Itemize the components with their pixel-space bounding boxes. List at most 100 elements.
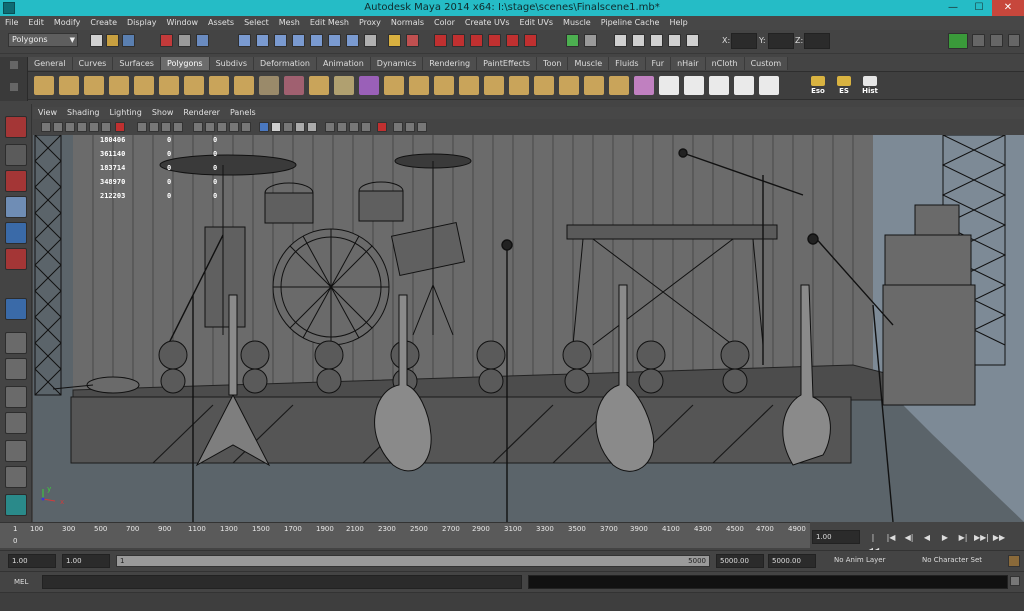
step-back-frame-button[interactable]: ◀| <box>902 531 916 544</box>
textured-icon[interactable] <box>229 122 239 132</box>
tab-custom[interactable]: Custom <box>744 57 789 70</box>
menu-create[interactable]: Create <box>85 16 122 30</box>
step-forward-frame-button[interactable]: ▶| <box>956 531 970 544</box>
character-set-dropdown[interactable]: No Character Set <box>922 556 982 564</box>
backface-icon[interactable] <box>405 122 415 132</box>
render-current-icon[interactable] <box>434 34 447 47</box>
minimize-button[interactable]: — <box>940 0 966 16</box>
select-component-icon[interactable] <box>196 34 209 47</box>
menu-pipeline-cache[interactable]: Pipeline Cache <box>596 16 665 30</box>
animation-end-field[interactable]: 5000.00 <box>768 554 816 568</box>
wireframe-on-shaded-icon[interactable] <box>217 122 227 132</box>
poly-pyramid-icon[interactable] <box>209 76 229 95</box>
four-view-layout-icon[interactable] <box>5 358 27 380</box>
two-sided-icon[interactable] <box>393 122 403 132</box>
poly-pipe-icon[interactable] <box>234 76 254 95</box>
append-polygon-icon[interactable] <box>484 76 504 95</box>
select-tool-icon[interactable] <box>5 116 27 138</box>
poly-plane-icon[interactable] <box>134 76 154 95</box>
anim-layer-dropdown[interactable]: No Anim Layer <box>834 556 885 564</box>
scale-tool-icon[interactable] <box>5 248 27 270</box>
hist-button[interactable]: Hist <box>858 76 882 98</box>
snap-view-plane-icon[interactable] <box>292 34 305 47</box>
menu-help[interactable]: Help <box>664 16 692 30</box>
open-scene-icon[interactable] <box>106 34 119 47</box>
insert-edge-loop-icon[interactable] <box>534 76 554 95</box>
menu-edit-mesh[interactable]: Edit Mesh <box>305 16 354 30</box>
ipr-render-icon[interactable] <box>452 34 465 47</box>
mirror-icon[interactable] <box>409 76 429 95</box>
offset-edge-loop-icon[interactable] <box>559 76 579 95</box>
smooth-shade-icon[interactable] <box>205 122 215 132</box>
safe-action-icon[interactable] <box>161 122 171 132</box>
menu-muscle[interactable]: Muscle <box>558 16 596 30</box>
select-hierarchy-icon[interactable] <box>160 34 173 47</box>
menu-edit-uvs[interactable]: Edit UVs <box>515 16 559 30</box>
safe-title-icon[interactable] <box>173 122 183 132</box>
tab-fluids[interactable]: Fluids <box>609 57 646 70</box>
move-tool-icon[interactable] <box>5 196 27 218</box>
tab-deformation[interactable]: Deformation <box>254 57 317 70</box>
image-plane-icon[interactable] <box>77 122 87 132</box>
auto-key-icon[interactable] <box>1008 555 1020 567</box>
eso-button[interactable]: Eso <box>806 76 830 98</box>
snap-vertex-icon[interactable] <box>346 34 359 47</box>
tab-painteffects[interactable]: PaintEffects <box>477 57 538 70</box>
combine-icon[interactable] <box>284 76 304 95</box>
close-button[interactable]: ✕ <box>992 0 1024 16</box>
poly-helix-icon[interactable] <box>259 76 279 95</box>
tab-rendering[interactable]: Rendering <box>423 57 478 70</box>
panel-menu-show[interactable]: Show <box>147 107 179 119</box>
menu-mesh[interactable]: Mesh <box>274 16 305 30</box>
range-bar[interactable]: 1 5000 <box>116 555 710 567</box>
step-forward-key-button[interactable]: ▶▶| <box>974 531 989 544</box>
camera-select-icon[interactable] <box>41 122 51 132</box>
sculpt-icon[interactable] <box>634 76 654 95</box>
camera-attributes-icon[interactable] <box>53 122 63 132</box>
merge-icon[interactable] <box>609 76 629 95</box>
snap-live-icon[interactable] <box>310 34 323 47</box>
poly-cylinder-icon[interactable] <box>84 76 104 95</box>
input-line-mode-icon[interactable] <box>566 34 579 47</box>
grid-icon[interactable] <box>89 122 99 132</box>
time-slider[interactable]: 0 1 100 300 500 700 900 1100 1300 1500 1… <box>0 522 810 548</box>
bridge-icon[interactable] <box>459 76 479 95</box>
mel-label[interactable]: MEL <box>4 575 38 589</box>
poly-cone-icon[interactable] <box>109 76 129 95</box>
help-icon[interactable] <box>364 34 377 47</box>
render-settings-icon[interactable] <box>470 34 483 47</box>
hypershade-layout-icon[interactable] <box>5 440 27 462</box>
sidebar-toggle-icon[interactable] <box>948 33 968 49</box>
play-backward-button[interactable]: ◀ <box>920 531 934 544</box>
split-polygon-icon[interactable] <box>509 76 529 95</box>
panel-menu-lighting[interactable]: Lighting <box>104 107 146 119</box>
rotate-tool-icon[interactable] <box>5 222 27 244</box>
panel-menu-shading[interactable]: Shading <box>62 107 105 119</box>
tab-surfaces[interactable]: Surfaces <box>113 57 161 70</box>
menu-file[interactable]: File <box>0 16 23 30</box>
snapshot-icon[interactable] <box>614 34 627 47</box>
y-field[interactable] <box>768 33 794 49</box>
play-forward-button[interactable]: ▶ <box>938 531 952 544</box>
snap-surface-icon[interactable] <box>328 34 341 47</box>
gate-mask-icon[interactable] <box>137 122 147 132</box>
custom-layout-icon[interactable] <box>5 494 27 516</box>
lock-icon[interactable] <box>650 34 663 47</box>
tab-subdivs[interactable]: Subdivs <box>209 57 255 70</box>
poly-cube-icon[interactable] <box>59 76 79 95</box>
rename-icon[interactable] <box>584 34 597 47</box>
isolate-select-icon[interactable] <box>325 122 335 132</box>
menu-assets[interactable]: Assets <box>203 16 239 30</box>
step-back-key-button[interactable]: |◀ <box>884 531 898 544</box>
tab-nhair[interactable]: nHair <box>671 57 706 70</box>
channel-box-icon[interactable] <box>1008 34 1020 47</box>
hud-toggle-icon[interactable] <box>377 122 387 132</box>
hypershade-icon[interactable] <box>488 34 501 47</box>
input-ops-icon[interactable] <box>406 34 419 47</box>
panel-menu-panels[interactable]: Panels <box>225 107 261 119</box>
panel-menu-renderer[interactable]: Renderer <box>178 107 225 119</box>
smooth-icon[interactable] <box>359 76 379 95</box>
separate-icon[interactable] <box>309 76 329 95</box>
extrude-icon[interactable] <box>434 76 454 95</box>
motion-blur-icon[interactable] <box>283 122 293 132</box>
